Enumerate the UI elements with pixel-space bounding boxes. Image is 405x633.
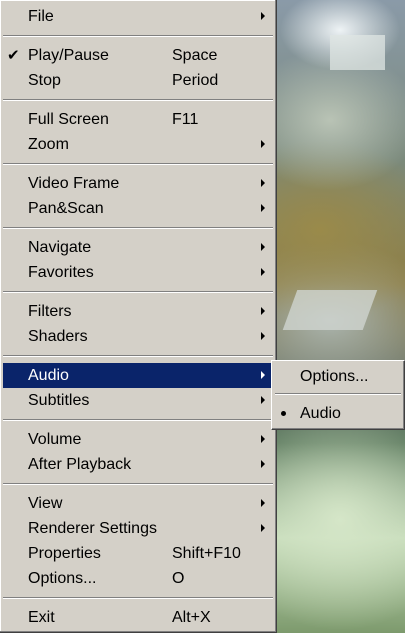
submenu-arrow-icon	[261, 243, 265, 251]
submenu-arrow-icon	[261, 12, 265, 20]
submenu-item-options[interactable]: Options...	[275, 364, 401, 389]
context-menu: File ✔ Play/Pause Space Stop Period Full…	[0, 0, 277, 633]
menu-item-full-screen[interactable]: Full Screen F11	[3, 107, 273, 132]
menu-item-video-frame[interactable]: Video Frame	[3, 171, 273, 196]
menu-item-label: Favorites	[28, 264, 94, 281]
menu-item-navigate[interactable]: Navigate	[3, 235, 273, 260]
submenu-arrow-icon	[261, 396, 265, 404]
audio-submenu: Options... Audio	[271, 360, 405, 430]
menu-item-label: View	[28, 495, 63, 512]
menu-item-options[interactable]: Options... O	[3, 566, 273, 591]
submenu-arrow-icon	[261, 204, 265, 212]
menu-item-zoom[interactable]: Zoom	[3, 132, 273, 157]
submenu-arrow-icon	[261, 435, 265, 443]
submenu-arrow-icon	[261, 460, 265, 468]
menu-separator	[3, 355, 273, 357]
menu-item-play-pause[interactable]: ✔ Play/Pause Space	[3, 43, 273, 68]
menu-item-label: Zoom	[28, 136, 69, 153]
menu-item-label: Play/Pause	[28, 47, 109, 64]
menu-separator	[3, 419, 273, 421]
menu-item-label: Options...	[28, 570, 97, 587]
submenu-separator	[275, 393, 401, 395]
menu-item-label: Audio	[28, 367, 69, 384]
menu-item-pan-scan[interactable]: Pan&Scan	[3, 196, 273, 221]
menu-separator	[3, 227, 273, 229]
menu-item-label: Shaders	[28, 328, 88, 345]
shortcut-label: Space	[172, 47, 218, 64]
menu-item-label: Video Frame	[28, 175, 120, 192]
shortcut-label: Period	[172, 72, 219, 89]
menu-item-file[interactable]: File	[3, 4, 273, 29]
menu-separator	[3, 35, 273, 37]
submenu-arrow-icon	[261, 371, 265, 379]
submenu-arrow-icon	[261, 140, 265, 148]
submenu-arrow-icon	[261, 307, 265, 315]
menu-item-label: Volume	[28, 431, 82, 448]
radio-dot-icon	[281, 411, 286, 416]
menu-item-stop[interactable]: Stop Period	[3, 68, 273, 93]
submenu-item-label: Options...	[300, 368, 369, 385]
menu-separator	[3, 483, 273, 485]
submenu-item-audio-track[interactable]: Audio	[275, 401, 401, 426]
menu-item-label: Full Screen	[28, 111, 109, 128]
menu-item-view[interactable]: View	[3, 491, 273, 516]
menu-item-label: Renderer Settings	[28, 520, 157, 537]
menu-item-properties[interactable]: Properties Shift+F10	[3, 541, 273, 566]
menu-item-exit[interactable]: Exit Alt+X	[3, 605, 273, 630]
menu-separator	[3, 163, 273, 165]
menu-item-label: Exit	[28, 609, 55, 626]
shortcut-label: O	[172, 570, 185, 587]
menu-item-renderer-settings[interactable]: Renderer Settings	[3, 516, 273, 541]
shortcut-label: Shift+F10	[172, 545, 241, 562]
background-roof	[282, 290, 378, 330]
menu-item-audio[interactable]: Audio	[3, 363, 273, 388]
menu-item-label: File	[28, 8, 54, 25]
submenu-arrow-icon	[261, 499, 265, 507]
menu-item-filters[interactable]: Filters	[3, 299, 273, 324]
checkmark-icon: ✔	[7, 47, 20, 64]
menu-item-shaders[interactable]: Shaders	[3, 324, 273, 349]
menu-item-label: Properties	[28, 545, 101, 562]
shortcut-label: F11	[172, 111, 199, 128]
shortcut-label: Alt+X	[172, 609, 211, 626]
menu-item-label: Subtitles	[28, 392, 90, 409]
menu-item-favorites[interactable]: Favorites	[3, 260, 273, 285]
background-house	[330, 35, 385, 70]
submenu-arrow-icon	[261, 524, 265, 532]
menu-separator	[3, 99, 273, 101]
menu-item-after-playback[interactable]: After Playback	[3, 452, 273, 477]
menu-item-label: Navigate	[28, 239, 92, 256]
submenu-arrow-icon	[261, 268, 265, 276]
menu-item-subtitles[interactable]: Subtitles	[3, 388, 273, 413]
menu-separator	[3, 597, 273, 599]
menu-item-label: Filters	[28, 303, 72, 320]
menu-item-volume[interactable]: Volume	[3, 427, 273, 452]
menu-item-label: Stop	[28, 72, 61, 89]
menu-item-label: After Playback	[28, 456, 132, 473]
menu-separator	[3, 291, 273, 293]
submenu-arrow-icon	[261, 179, 265, 187]
submenu-arrow-icon	[261, 332, 265, 340]
menu-item-label: Pan&Scan	[28, 200, 104, 217]
submenu-item-label: Audio	[300, 405, 341, 422]
